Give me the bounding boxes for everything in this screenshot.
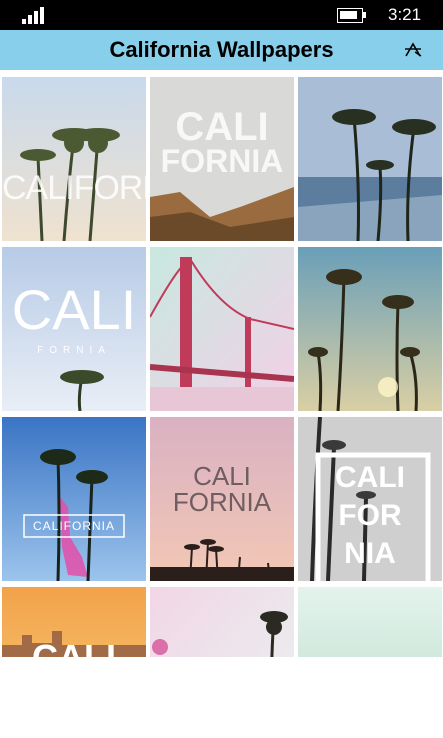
sort-icon[interactable] [404,42,422,58]
wallpaper-tile[interactable] [150,247,294,411]
wallpaper-tile[interactable]: CALI FORNIA [150,77,294,241]
wallpaper-tile[interactable] [150,587,294,657]
wallpaper-tile[interactable]: CALI FORNIA [2,247,146,411]
wallpaper-tile[interactable]: CALIFORNIA [2,417,146,581]
wallpaper-tile[interactable] [298,247,442,411]
battery-charging-icon [337,8,367,23]
page-title: California Wallpapers [109,37,334,62]
wallpaper-image [2,247,146,411]
wallpaper-tile[interactable] [298,77,442,241]
status-time: 3:21 [388,5,422,24]
status-bar: 3:21 [0,0,443,30]
wallpaper-image [2,417,146,581]
wallpaper-tile[interactable]: CALI FOR NIA [298,417,442,581]
wallpaper-image [150,587,294,657]
app-header: California Wallpapers [0,30,443,70]
wallpaper-tile[interactable]: CALI [2,587,146,657]
wallpaper-image [298,247,442,411]
wallpaper-image [298,417,442,581]
signal-strength-icon [22,6,50,24]
wallpaper-image [2,587,146,657]
wallpaper-image [298,77,442,241]
wallpaper-image [150,247,294,411]
wallpaper-image [2,77,146,241]
wallpaper-tile[interactable] [298,587,442,657]
wallpaper-tile[interactable]: CALI FORNIA [150,417,294,581]
wallpaper-image [298,587,442,657]
wallpaper-tile[interactable]: CALIFORNIA [2,77,146,241]
wallpaper-image [150,417,294,581]
wallpaper-image [150,77,294,241]
wallpaper-grid: CALIFORNIA CALI FORNIA CALI FO [2,77,442,657]
